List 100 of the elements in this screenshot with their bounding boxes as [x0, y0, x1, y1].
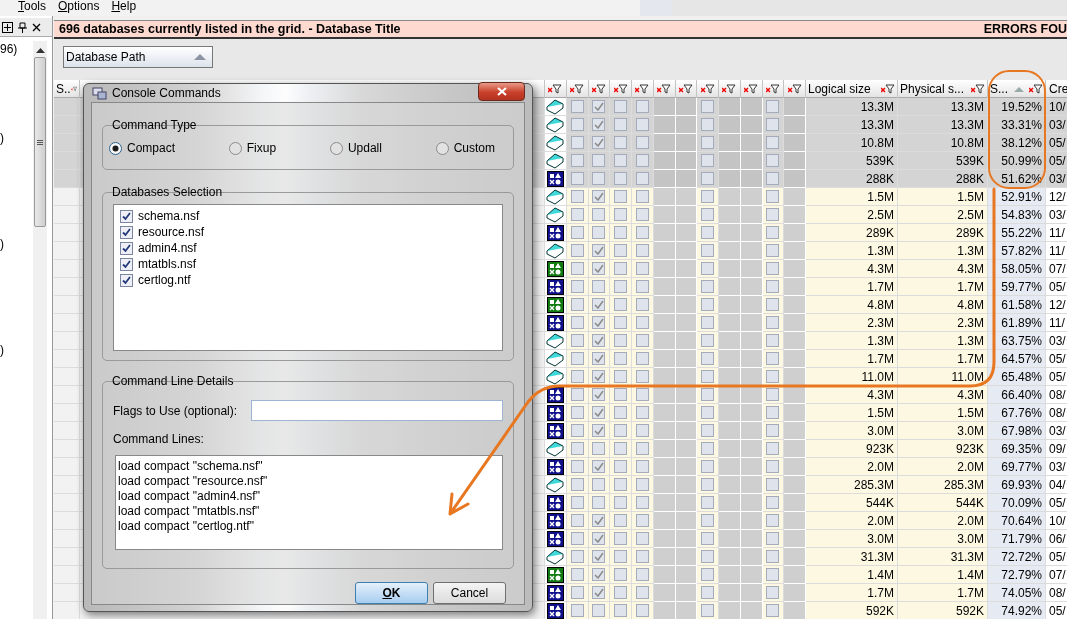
- checkbox[interactable]: [614, 460, 628, 473]
- checkbox[interactable]: [701, 550, 715, 563]
- column-header[interactable]: S..: [56, 80, 71, 98]
- checkbox[interactable]: [766, 172, 780, 185]
- checkbox[interactable]: [614, 586, 628, 599]
- checkbox[interactable]: [592, 442, 606, 455]
- checkbox[interactable]: [570, 406, 584, 419]
- checkbox[interactable]: [766, 424, 780, 437]
- filter-icon[interactable]: [548, 84, 563, 94]
- checkbox[interactable]: [701, 154, 715, 167]
- checkbox[interactable]: [592, 586, 606, 599]
- checkbox[interactable]: [614, 442, 628, 455]
- checkbox[interactable]: [635, 532, 649, 545]
- checkbox[interactable]: [592, 406, 606, 419]
- filter-icon[interactable]: [657, 84, 672, 94]
- checkbox[interactable]: [766, 406, 780, 419]
- checkbox[interactable]: [592, 154, 606, 167]
- checkbox[interactable]: [614, 190, 628, 203]
- checkbox[interactable]: [570, 550, 584, 563]
- checkbox[interactable]: [570, 262, 584, 275]
- checkbox[interactable]: [766, 226, 780, 239]
- checkbox[interactable]: [766, 100, 780, 113]
- tree-item[interactable]: ): [0, 238, 4, 251]
- checkbox[interactable]: [592, 226, 606, 239]
- checkbox[interactable]: [592, 568, 606, 581]
- checkbox[interactable]: [614, 370, 628, 383]
- checkbox[interactable]: [766, 334, 780, 347]
- checkbox-item[interactable]: schema.nsf: [120, 208, 200, 224]
- checkbox[interactable]: [614, 496, 628, 509]
- checkbox[interactable]: [570, 244, 584, 257]
- checkbox[interactable]: [635, 280, 649, 293]
- checkbox[interactable]: [614, 604, 628, 617]
- filter-icon[interactable]: [570, 84, 585, 94]
- checkbox[interactable]: [592, 460, 606, 473]
- checkbox[interactable]: [570, 118, 584, 131]
- checkbox[interactable]: [635, 172, 649, 185]
- checkbox[interactable]: [592, 532, 606, 545]
- checkbox[interactable]: [570, 604, 584, 617]
- checkbox[interactable]: [635, 100, 649, 113]
- checkbox[interactable]: [592, 244, 606, 257]
- checkbox[interactable]: [766, 568, 780, 581]
- checkbox[interactable]: [570, 370, 584, 383]
- checkbox[interactable]: [766, 316, 780, 329]
- checkbox[interactable]: [614, 100, 628, 113]
- filter-icon[interactable]: [971, 84, 985, 94]
- checkbox-item[interactable]: resource.nsf: [120, 224, 205, 240]
- command-lines-field[interactable]: load compact "schema.nsf" load compact "resource.nsf" load compact "admin4.nsf" load compact "mtatbls.nsf" load compact "certlog.ntf": [115, 455, 503, 550]
- checkbox[interactable]: [635, 244, 649, 257]
- checkbox[interactable]: [766, 244, 780, 257]
- checkbox[interactable]: [570, 190, 584, 203]
- checkbox[interactable]: [701, 226, 715, 239]
- checkbox[interactable]: [614, 172, 628, 185]
- menu-item[interactable]: Options: [58, 0, 100, 16]
- checkbox[interactable]: [614, 118, 628, 131]
- checkbox[interactable]: [635, 442, 649, 455]
- tree-item[interactable]: ): [0, 344, 4, 357]
- checkbox[interactable]: [635, 514, 649, 527]
- tree-item[interactable]: ): [0, 132, 4, 145]
- checkbox[interactable]: [592, 172, 606, 185]
- checkbox[interactable]: [614, 478, 628, 491]
- checkbox[interactable]: [635, 604, 649, 617]
- checkbox[interactable]: [766, 604, 780, 617]
- checkbox[interactable]: [614, 388, 628, 401]
- checkbox[interactable]: [701, 316, 715, 329]
- checkbox[interactable]: [701, 514, 715, 527]
- checkbox[interactable]: [592, 352, 606, 365]
- checkbox[interactable]: [570, 316, 584, 329]
- checkbox[interactable]: [766, 532, 780, 545]
- checkbox[interactable]: [592, 118, 606, 131]
- checkbox[interactable]: [592, 190, 606, 203]
- checkbox[interactable]: [570, 388, 584, 401]
- checkbox[interactable]: [614, 514, 628, 527]
- scroll-up-icon[interactable]: [35, 47, 45, 53]
- checkbox[interactable]: [635, 334, 649, 347]
- tree-item[interactable]: 96): [0, 43, 18, 56]
- checkbox[interactable]: [766, 514, 780, 527]
- sort-up-icon[interactable]: [1013, 85, 1024, 93]
- checkbox[interactable]: [570, 424, 584, 437]
- checkbox[interactable]: [570, 136, 584, 149]
- checkbox[interactable]: [766, 190, 780, 203]
- checkbox[interactable]: [570, 298, 584, 311]
- checkbox[interactable]: [635, 496, 649, 509]
- checkbox[interactable]: [614, 406, 628, 419]
- expand-icon[interactable]: [2, 21, 13, 33]
- checkbox[interactable]: [614, 298, 628, 311]
- checkbox[interactable]: [635, 388, 649, 401]
- checkbox[interactable]: [570, 208, 584, 221]
- column-header[interactable]: Physical s...: [900, 80, 965, 98]
- column-header[interactable]: Cre: [1049, 80, 1067, 98]
- radio-button[interactable]: Custom: [435, 141, 495, 155]
- checkbox[interactable]: [614, 334, 628, 347]
- checkbox[interactable]: [701, 298, 715, 311]
- checkbox[interactable]: [592, 316, 606, 329]
- checkbox[interactable]: [592, 280, 606, 293]
- checkbox[interactable]: [635, 352, 649, 365]
- filter-icon[interactable]: [1029, 84, 1043, 94]
- checkbox[interactable]: [635, 154, 649, 167]
- checkbox[interactable]: [635, 550, 649, 563]
- checkbox[interactable]: [635, 424, 649, 437]
- checkbox[interactable]: [614, 568, 628, 581]
